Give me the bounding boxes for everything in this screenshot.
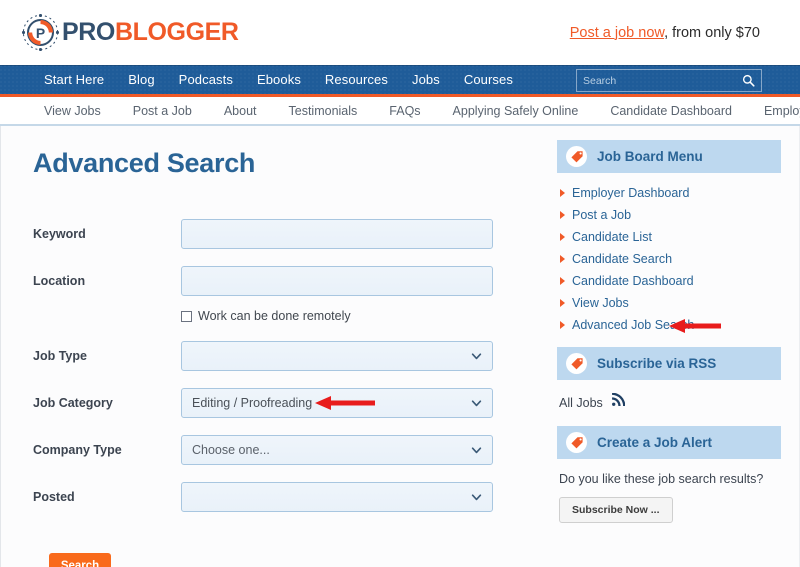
location-input[interactable] (181, 266, 493, 296)
search-input[interactable] (583, 74, 742, 87)
subscribe-now-button[interactable]: Subscribe Now ... (559, 497, 673, 523)
form-row-posted: Posted (33, 482, 541, 512)
secondary-navigation: View Jobs Post a Job About Testimonials … (0, 97, 800, 126)
job-board-menu-header: Job Board Menu (557, 140, 781, 173)
subnav-item-candidate-dashboard[interactable]: Candidate Dashboard (610, 104, 732, 118)
bullet-triangle-icon (560, 321, 565, 329)
job-board-menu-title: Job Board Menu (597, 149, 703, 164)
posted-select[interactable] (181, 482, 493, 512)
remote-work-row: Work can be done remotely (181, 309, 541, 323)
bullet-triangle-icon (560, 233, 565, 241)
sidebar-link-label: Candidate Dashboard (572, 274, 694, 288)
advanced-search-form: Advanced Search Keyword Location Work ca… (1, 126, 541, 567)
tag-icon (566, 432, 587, 453)
logo-text-blogger: BLOGGER (114, 18, 239, 46)
primary-navigation: Start Here Blog Podcasts Ebooks Resource… (0, 65, 800, 97)
job-alert-question: Do you like these job search results? (559, 472, 764, 486)
job-category-value: Editing / Proofreading (192, 396, 313, 410)
logo-text-pro: PRO (62, 18, 115, 46)
nav-item-blog[interactable]: Blog (128, 72, 154, 87)
nav-item-courses[interactable]: Courses (464, 72, 513, 87)
sidebar: Job Board Menu Employer Dashboard Post a… (541, 126, 799, 567)
form-row-keyword: Keyword (33, 219, 541, 249)
remote-work-checkbox[interactable] (181, 310, 192, 322)
nav-item-podcasts[interactable]: Podcasts (179, 72, 233, 87)
job-category-label: Job Category (33, 396, 113, 410)
site-logo[interactable]: P PROBLOGGER (21, 13, 239, 52)
logo-wordmark: PROBLOGGER (62, 20, 239, 45)
bullet-triangle-icon (560, 299, 565, 307)
sidebar-link-label: Post a Job (572, 208, 632, 222)
nav-item-jobs[interactable]: Jobs (412, 72, 440, 87)
sidebar-link-candidate-dashboard[interactable]: Candidate Dashboard (557, 274, 781, 288)
form-row-location: Location (33, 266, 541, 296)
subnav-item-view-jobs[interactable]: View Jobs (44, 104, 101, 118)
content-area: Advanced Search Keyword Location Work ca… (0, 126, 800, 567)
subnav-item-faqs[interactable]: FAQs (389, 104, 420, 118)
sidebar-link-label: View Jobs (572, 296, 629, 310)
svg-text:P: P (36, 25, 45, 41)
sidebar-link-label: Candidate List (572, 230, 652, 244)
sidebar-link-label: Candidate Search (572, 252, 673, 266)
job-alert-panel-title: Create a Job Alert (597, 435, 713, 450)
remote-work-label: Work can be done remotely (198, 309, 351, 323)
chevron-down-icon (470, 350, 483, 363)
post-a-job-now-link[interactable]: Post a job now (570, 25, 664, 41)
chevron-down-icon (470, 444, 483, 457)
sidebar-link-candidate-search[interactable]: Candidate Search (557, 252, 781, 266)
subnav-item-testimonials[interactable]: Testimonials (289, 104, 358, 118)
nav-item-start-here[interactable]: Start Here (44, 72, 104, 87)
search-submit-button[interactable]: Search (49, 553, 111, 567)
subnav-item-applying-safely-online[interactable]: Applying Safely Online (453, 104, 579, 118)
company-type-value: Choose one... (192, 443, 270, 457)
job-type-label: Job Type (33, 349, 87, 363)
header-search-box[interactable] (576, 69, 762, 92)
sidebar-link-label: Advanced Job Search (572, 318, 695, 332)
problogger-circle-p-icon: P (21, 13, 60, 52)
all-jobs-label: All Jobs (559, 395, 603, 410)
form-row-job-category: Job Category Editing / Proofreading (33, 388, 541, 418)
sidebar-link-post-a-job[interactable]: Post a Job (557, 208, 781, 222)
job-alert-panel-header: Create a Job Alert (557, 426, 781, 459)
bullet-triangle-icon (560, 277, 565, 285)
rss-panel-title: Subscribe via RSS (597, 356, 717, 371)
chevron-down-icon (470, 491, 483, 504)
rss-feed-icon[interactable] (611, 392, 626, 412)
nav-item-ebooks[interactable]: Ebooks (257, 72, 301, 87)
company-type-select[interactable]: Choose one... (181, 435, 493, 465)
advanced-job-search-link[interactable]: Advanced Job Search (557, 318, 781, 333)
search-icon[interactable] (742, 74, 755, 87)
site-header: P PROBLOGGER Post a job now, from only $… (0, 0, 800, 65)
bullet-triangle-icon (560, 189, 565, 197)
bullet-triangle-icon (560, 211, 565, 219)
promo-price-text: , from only $70 (664, 24, 760, 41)
sidebar-link-candidate-list[interactable]: Candidate List (557, 230, 781, 244)
sidebar-link-view-jobs[interactable]: View Jobs (557, 296, 781, 310)
tag-icon (566, 353, 587, 374)
form-row-job-type: Job Type (33, 341, 541, 371)
all-jobs-rss-row[interactable]: All Jobs (559, 392, 781, 412)
subnav-item-employer-dashboard[interactable]: Employer Dashboard (764, 104, 800, 118)
sidebar-link-employer-dashboard[interactable]: Employer Dashboard (557, 186, 781, 200)
posted-label: Posted (33, 490, 75, 504)
nav-item-resources[interactable]: Resources (325, 72, 388, 87)
bullet-triangle-icon (560, 255, 565, 263)
subnav-item-about[interactable]: About (224, 104, 257, 118)
job-type-select[interactable] (181, 341, 493, 371)
form-row-company-type: Company Type Choose one... (33, 435, 541, 465)
job-category-field[interactable]: Editing / Proofreading (181, 388, 493, 418)
keyword-label: Keyword (33, 227, 86, 241)
chevron-down-icon (470, 397, 483, 410)
tag-icon (566, 146, 587, 167)
promo-line: Post a job now, from only $70 (570, 25, 760, 41)
problogger-advanced-search-page: P PROBLOGGER Post a job now, from only $… (0, 0, 800, 567)
rss-panel-header: Subscribe via RSS (557, 347, 781, 380)
company-type-label: Company Type (33, 443, 122, 457)
page-title: Advanced Search (33, 148, 256, 178)
subnav-item-post-a-job[interactable]: Post a Job (133, 104, 192, 118)
keyword-input[interactable] (181, 219, 493, 249)
sidebar-link-label: Employer Dashboard (572, 186, 690, 200)
location-label: Location (33, 274, 86, 288)
